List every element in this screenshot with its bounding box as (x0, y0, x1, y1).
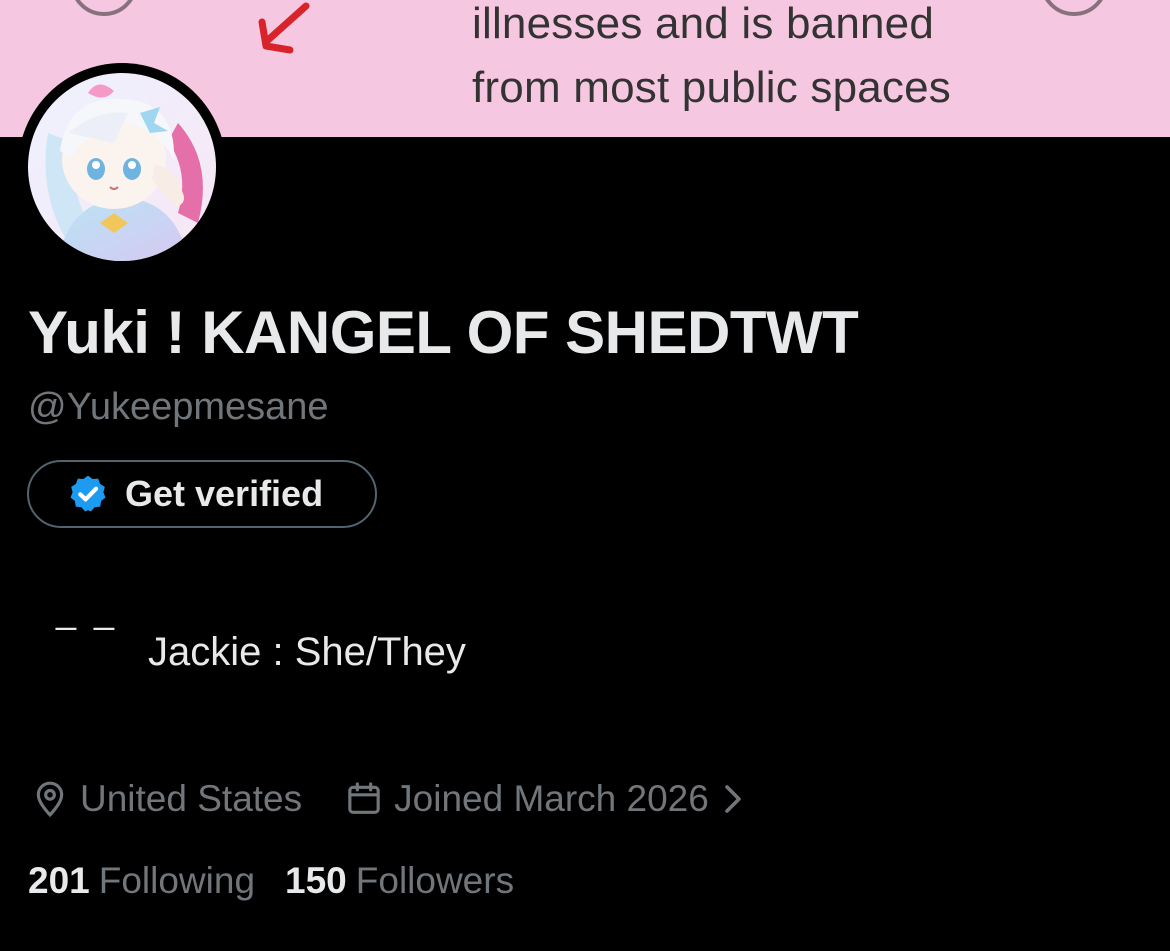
location-pin-icon (36, 781, 64, 818)
banner-decoration (70, 0, 138, 16)
banner-decoration (1040, 0, 1108, 16)
follow-counts: 201 Following 150 Followers (28, 860, 514, 902)
banner-line: from most public spaces (472, 63, 951, 112)
red-arrow-icon (258, 2, 310, 54)
get-verified-button[interactable]: Get verified (27, 460, 377, 528)
get-verified-label: Get verified (125, 473, 324, 514)
banner-line: illnesses and is banned (472, 0, 935, 48)
followers-count: 150 (285, 860, 347, 901)
following-count: 201 (28, 860, 90, 901)
avatar[interactable] (18, 63, 226, 271)
verified-badge-icon (67, 473, 109, 515)
chevron-right-icon (725, 785, 741, 813)
joined-text: Joined March 2026 (394, 778, 709, 819)
bio-dash: _ _ (56, 590, 119, 631)
banner-caption: illnesses and is banned from most public… (472, 0, 951, 120)
following-label: Following (98, 860, 256, 901)
joined-date-link[interactable]: Joined March 2026 (344, 778, 745, 820)
following-link[interactable]: 201 Following (28, 860, 255, 902)
location-text: United States (80, 778, 303, 819)
bio-text: Jackie : She/They (148, 630, 466, 674)
location: United States (30, 778, 302, 820)
followers-link[interactable]: 150 Followers (285, 860, 514, 902)
calendar-icon (348, 782, 380, 814)
display-name: Yuki ! KANGEL OF SHEDTWT (28, 299, 859, 366)
avatar-anime-icon (28, 73, 216, 261)
user-handle: @Yukeepmesane (28, 386, 329, 428)
profile-meta: United States Joined March 2026 (30, 774, 745, 824)
followers-label: Followers (355, 860, 515, 901)
